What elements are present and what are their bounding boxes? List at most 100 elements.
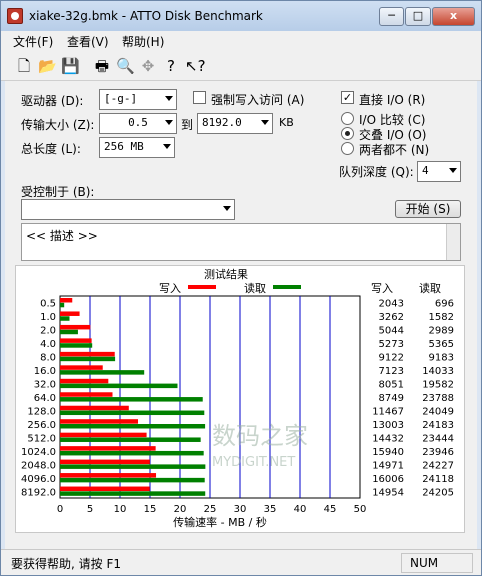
y-tick-label: 4.0	[40, 339, 56, 350]
y-tick-label: 8.0	[40, 353, 56, 364]
help-icon[interactable]: ?	[162, 57, 180, 75]
queue-depth-select[interactable]: 4	[417, 161, 461, 182]
minimize-button[interactable]: ─	[379, 7, 404, 26]
read-bar	[60, 424, 206, 429]
write-value: 8749	[379, 393, 404, 404]
menu-file[interactable]: 文件(F)	[13, 33, 53, 50]
menu-help[interactable]: 帮助(H)	[122, 33, 164, 50]
chevron-down-icon	[165, 120, 173, 125]
results-title: 测试结果	[204, 268, 248, 281]
write-value: 14954	[372, 487, 404, 498]
total-length-select[interactable]: 256 MB	[99, 137, 175, 158]
save-icon[interactable]: 💾	[61, 57, 80, 75]
print-preview-icon[interactable]: 🔍	[116, 57, 135, 75]
legend-write-label: 写入	[159, 282, 181, 295]
x-axis-label: 传输速率 - MB / 秒	[173, 515, 267, 529]
write-bar	[60, 405, 129, 411]
y-tick-label: 1.0	[40, 312, 56, 323]
y-tick-label: 512.0	[27, 433, 56, 444]
read-value: 24183	[422, 420, 454, 431]
kb-label: KB	[279, 116, 294, 129]
read-bar	[60, 477, 205, 483]
description-field[interactable]: << 描述 >>	[21, 223, 461, 261]
maximize-button[interactable]: □	[405, 7, 431, 26]
force-write-label: 强制写入访问 (A)	[211, 93, 305, 107]
x-tick-label: 25	[204, 504, 217, 515]
x-tick-label: 15	[144, 504, 157, 515]
transfer-size-label: 传输大小 (Z):	[21, 118, 95, 132]
status-bar: 要获得帮助, 请按 F1 NUM	[1, 549, 481, 575]
watermark-text: 数码之家	[212, 422, 308, 450]
write-bar	[60, 351, 115, 357]
chevron-down-icon	[449, 168, 457, 173]
write-bar	[60, 446, 156, 451]
menu-view[interactable]: 查看(V)	[67, 33, 109, 50]
watermark-url: MYDIGIT.NET	[212, 455, 295, 470]
new-icon[interactable]: 🗋	[15, 57, 33, 75]
write-bar	[60, 338, 92, 343]
write-value: 14432	[372, 433, 404, 444]
write-bar	[60, 432, 147, 438]
app-icon	[7, 8, 23, 24]
transfer-to-select[interactable]: 8192.0	[197, 113, 273, 134]
chevron-down-icon	[261, 120, 269, 125]
read-bar	[60, 356, 116, 362]
read-value: 2989	[429, 326, 454, 337]
start-button[interactable]: 开始 (S)	[395, 200, 461, 218]
read-bar	[60, 410, 205, 416]
title-bar[interactable]: xiake-32g.bmk - ATTO Disk Benchmark ─ □ …	[1, 1, 481, 31]
read-value: 19582	[422, 380, 454, 391]
controlled-by-select[interactable]	[21, 199, 235, 220]
num-lock-indicator: NUM	[401, 553, 473, 573]
transfer-to-value: 8192.0	[202, 116, 242, 129]
open-icon[interactable]: 📂	[38, 57, 57, 75]
write-bar	[60, 459, 150, 465]
context-help-icon[interactable]: ↖?	[185, 57, 206, 75]
write-value: 9122	[379, 353, 404, 364]
y-tick-label: 0.5	[40, 299, 56, 310]
controlled-by-label: 受控制于 (B):	[21, 185, 95, 199]
io-compare-radio[interactable]	[341, 112, 354, 125]
direct-io-checkbox[interactable]: ✓	[341, 91, 354, 104]
y-tick-label: 8192.0	[21, 487, 56, 498]
description-scrollbar[interactable]	[446, 224, 460, 260]
force-write-checkbox[interactable]	[193, 91, 206, 104]
x-tick-label: 45	[324, 504, 337, 515]
write-value: 13003	[372, 420, 404, 431]
x-tick-label: 30	[234, 504, 247, 515]
move-icon[interactable]: ✥	[139, 57, 157, 75]
print-icon[interactable]: 🖶	[93, 57, 111, 75]
write-value: 7123	[379, 366, 404, 377]
neither-radio[interactable]	[341, 142, 354, 155]
write-bar	[60, 486, 150, 492]
total-length-label: 总长度 (L):	[21, 142, 81, 156]
transfer-from-value: 0.5	[128, 116, 148, 129]
write-bar	[60, 378, 109, 384]
read-column-header: 读取	[419, 281, 441, 295]
write-value: 3262	[379, 312, 404, 323]
drive-select[interactable]: [-g-]	[99, 89, 177, 110]
overlap-io-radio[interactable]	[341, 127, 354, 140]
legend-read-label: 读取	[244, 281, 266, 295]
transfer-from-select[interactable]: 0.5	[99, 113, 177, 134]
x-tick-label: 50	[354, 504, 367, 515]
to-label: 到	[181, 118, 194, 132]
y-tick-label: 2.0	[40, 326, 56, 337]
x-tick-label: 40	[294, 504, 307, 515]
read-value: 24227	[422, 460, 454, 471]
read-bar	[60, 302, 65, 308]
y-tick-label: 32.0	[34, 380, 56, 391]
read-value: 23444	[422, 433, 454, 444]
y-tick-label: 256.0	[27, 420, 56, 431]
write-column-header: 写入	[371, 282, 393, 295]
read-bar	[60, 383, 178, 389]
legend-write-swatch	[188, 285, 216, 289]
write-bar	[60, 365, 103, 370]
read-bar	[60, 316, 70, 321]
close-button[interactable]: x	[432, 7, 475, 26]
read-value: 24118	[422, 474, 454, 485]
queue-depth-value: 4	[422, 164, 429, 177]
write-value: 8051	[379, 380, 404, 391]
write-value: 11467	[372, 406, 404, 417]
menu-bar: 文件(F) 查看(V) 帮助(H)	[1, 31, 481, 51]
